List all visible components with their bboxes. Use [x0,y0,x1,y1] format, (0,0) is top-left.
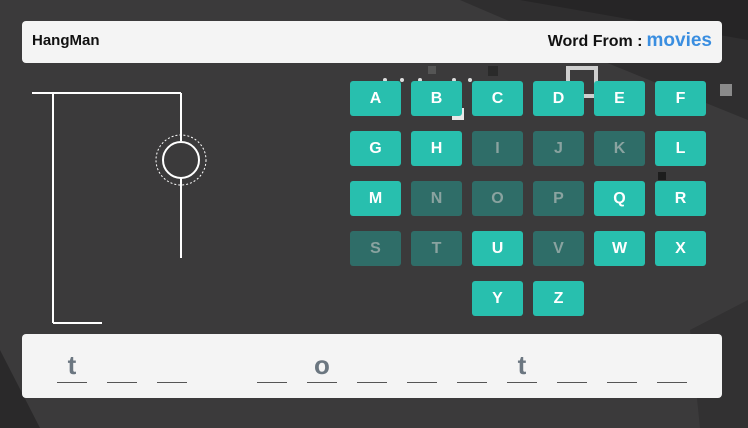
key-g[interactable]: G [350,131,401,166]
key-w[interactable]: W [594,231,645,266]
letter-slot [157,348,187,383]
letter-slot [257,348,287,383]
key-e[interactable]: E [594,81,645,116]
key-n[interactable]: N [411,181,462,216]
key-d[interactable]: D [533,81,584,116]
letter-slot [407,348,437,383]
key-j[interactable]: J [533,131,584,166]
category-name: movies [646,30,712,51]
key-b[interactable]: B [411,81,462,116]
key-m[interactable]: M [350,181,401,216]
key-f[interactable]: F [655,81,706,116]
key-z[interactable]: Z [533,281,584,316]
letter-slot [607,348,637,383]
key-k[interactable]: K [594,131,645,166]
letter-slot [557,348,587,383]
word-category: Word From : movies [548,30,712,52]
key-a[interactable]: A [350,81,401,116]
key-q[interactable]: Q [594,181,645,216]
letter-slot [657,348,687,383]
key-u[interactable]: U [472,231,523,266]
letter-slot: t [507,348,537,383]
key-v[interactable]: V [533,231,584,266]
key-h[interactable]: H [411,131,462,166]
key-t[interactable]: T [411,231,462,266]
key-l[interactable]: L [655,131,706,166]
hangman-drawing [32,92,207,324]
key-r[interactable]: R [655,181,706,216]
answer-panel: tot [22,334,722,398]
key-i[interactable]: I [472,131,523,166]
key-y[interactable]: Y [472,281,523,316]
letter-slot: t [57,348,87,383]
hangman-head [162,141,200,179]
key-c[interactable]: C [472,81,523,116]
letter-slot: o [307,348,337,383]
letter-slot [107,348,137,383]
letter-slot [457,348,487,383]
key-s[interactable]: S [350,231,401,266]
letter-slot [357,348,387,383]
word-from-label: Word From : [547,33,643,50]
key-x[interactable]: X [655,231,706,266]
key-p[interactable]: P [533,181,584,216]
key-o[interactable]: O [472,181,523,216]
